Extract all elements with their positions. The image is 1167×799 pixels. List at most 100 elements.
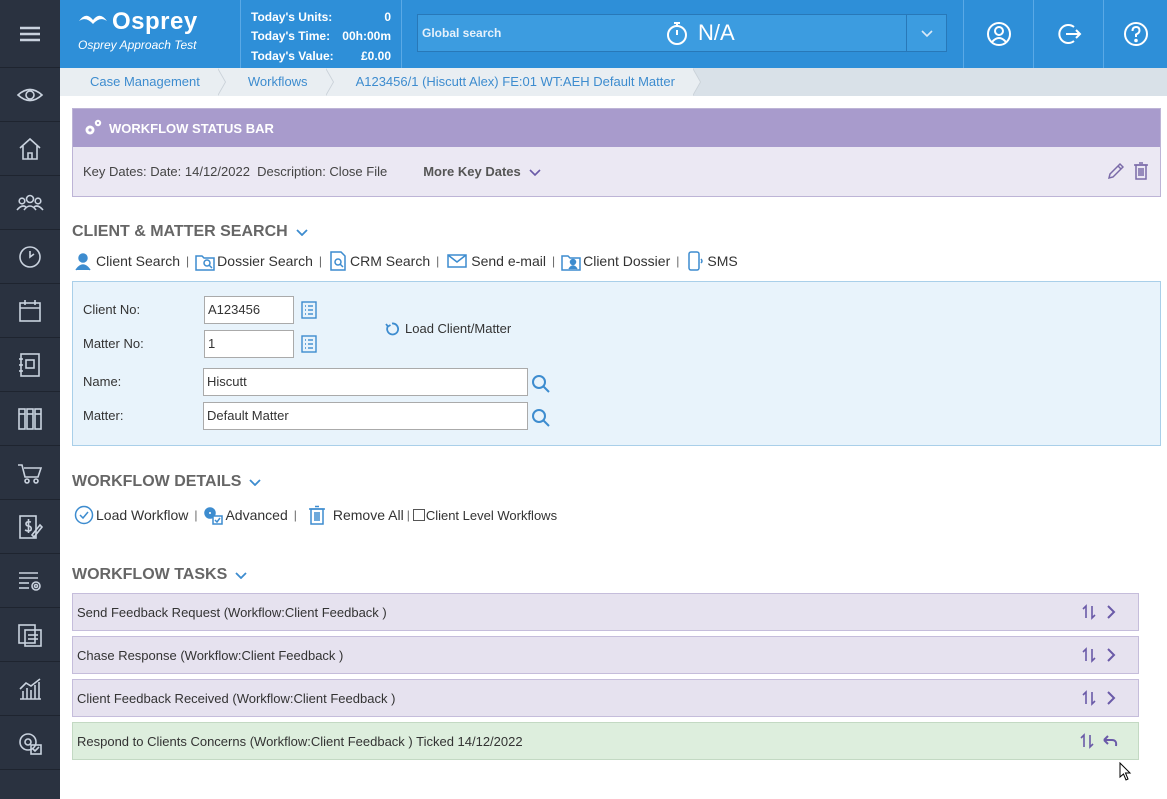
top-header: Osprey Osprey Approach Test Today's Unit… <box>60 0 1167 68</box>
check-circle-icon <box>74 505 94 525</box>
dossier-search-icon <box>195 255 215 271</box>
timer-value: N/A <box>698 20 735 45</box>
workflow-tasks-title[interactable]: WORKFLOW TASKS <box>72 566 247 584</box>
global-search[interactable]: Global search N/A <box>417 14 947 52</box>
trash-icon <box>308 505 325 525</box>
client-no-input[interactable]: A123456 <box>204 296 294 324</box>
client-level-workflows-checkbox[interactable] <box>412 509 425 521</box>
help-button[interactable] <box>1103 0 1167 68</box>
menu-icon[interactable] <box>0 0 60 68</box>
client-dossier-icon <box>561 255 581 271</box>
stat-units: Today's Units: 0 <box>251 9 391 24</box>
dossier-search-button[interactable]: Dossier Search <box>195 251 313 271</box>
matter-no-input[interactable]: 1 <box>204 330 294 358</box>
home-icon[interactable] <box>0 122 60 176</box>
chevron-right-icon[interactable] <box>1104 604 1118 620</box>
workflow-task-row[interactable]: Send Feedback Request (Workflow:Client F… <box>72 593 1139 631</box>
logout-button[interactable] <box>1033 0 1103 68</box>
matter-lookup-list-icon[interactable] <box>301 335 317 353</box>
reorder-icon[interactable] <box>1082 690 1096 706</box>
load-workflow-button[interactable]: Load Workflow <box>74 505 188 525</box>
chevron-down-icon <box>529 168 541 176</box>
send-email-button[interactable]: Send e-mail <box>445 251 546 271</box>
undo-icon[interactable] <box>1102 733 1118 749</box>
client-matter-search-title[interactable]: CLIENT & MATTER SEARCH <box>72 223 308 241</box>
gears-icon <box>85 119 102 135</box>
sms-button[interactable]: SMS <box>685 251 738 271</box>
copy-icon[interactable] <box>0 608 60 662</box>
calendar-icon[interactable] <box>0 284 60 338</box>
chart-icon[interactable] <box>0 662 60 716</box>
users-icon[interactable] <box>0 176 60 230</box>
left-sidebar <box>0 0 60 799</box>
osprey-bird-icon <box>79 15 107 24</box>
load-client-matter-button[interactable]: Load Client/Matter <box>385 321 511 336</box>
refresh-icon <box>385 322 399 335</box>
breadcrumb-case-management[interactable]: Case Management <box>60 68 226 96</box>
client-no-label: Client No: <box>83 302 141 317</box>
books-icon[interactable] <box>0 392 60 446</box>
settings-list-icon[interactable] <box>0 554 60 608</box>
client-search-icon <box>75 253 91 271</box>
help-icon <box>1123 22 1148 46</box>
envelope-icon <box>447 254 468 268</box>
stopwatch-icon <box>667 22 687 45</box>
breadcrumb-workflows[interactable]: Workflows <box>218 68 334 96</box>
search-input[interactable]: Global search <box>418 26 664 40</box>
timer-display[interactable]: N/A <box>664 20 906 46</box>
chevron-down-icon <box>920 30 933 38</box>
reorder-icon[interactable] <box>1082 604 1096 620</box>
breadcrumb-current-matter[interactable]: A123456/1 (Hiscutt Alex) FE:01 WT:AEH De… <box>326 68 702 96</box>
client-lookup-list-icon[interactable] <box>301 301 317 319</box>
chevron-down-icon <box>249 479 262 486</box>
clock-icon[interactable] <box>0 230 60 284</box>
workflow-task-row-completed[interactable]: Respond to Clients Concerns (Workflow:Cl… <box>72 722 1139 760</box>
matter-label: Matter: <box>83 408 124 423</box>
name-search-icon[interactable] <box>531 374 551 394</box>
status-bar-title: WORKFLOW STATUS BAR <box>109 120 274 136</box>
workflow-status-bar: WORKFLOW STATUS BAR Key Dates: Date: 14/… <box>72 108 1161 197</box>
crm-search-icon <box>330 251 346 271</box>
client-level-workflows-toggle[interactable]: Client Level Workflows <box>412 508 557 523</box>
workflow-task-row[interactable]: Client Feedback Received (Workflow:Clien… <box>72 679 1139 717</box>
user-icon <box>986 22 1011 46</box>
cart-icon[interactable] <box>0 446 60 500</box>
more-key-dates-button[interactable]: More Key Dates <box>423 164 541 179</box>
client-search-button[interactable]: Client Search <box>74 251 180 271</box>
reorder-icon[interactable] <box>1082 647 1096 663</box>
key-dates-text: Key Dates: Date: 14/12/2022 Description:… <box>83 164 388 179</box>
today-stats: Today's Units: 0 Today's Time: 00h:00m Tod… <box>240 0 402 68</box>
remove-all-button[interactable]: Remove All <box>307 505 404 525</box>
workflow-details-toolbar: Load Workflow | Advanced | Remove All | … <box>74 505 557 525</box>
reorder-icon[interactable] <box>1080 733 1094 749</box>
stat-time: Today's Time: 00h:00m <box>251 29 391 44</box>
brand-name: Osprey <box>112 8 198 35</box>
search-dropdown-button[interactable] <box>906 14 946 52</box>
edit-pencil-icon[interactable] <box>1106 161 1124 181</box>
matter-search-icon[interactable] <box>531 408 551 428</box>
workflow-details-title[interactable]: WORKFLOW DETAILS <box>72 473 262 491</box>
matter-input[interactable]: Default Matter <box>203 402 528 430</box>
user-profile-button[interactable] <box>963 0 1033 68</box>
advanced-button[interactable]: Advanced <box>203 505 288 525</box>
config-icon[interactable] <box>0 716 60 770</box>
chevron-right-icon[interactable] <box>1104 647 1118 663</box>
matter-no-label: Matter No: <box>83 336 144 351</box>
name-input[interactable]: Hiscutt <box>203 368 528 396</box>
client-matter-toolbar: Client Search | Dossier Search | CRM Sea… <box>74 251 738 271</box>
eye-icon[interactable] <box>0 68 60 122</box>
delete-trash-icon[interactable] <box>1132 161 1150 181</box>
billing-icon[interactable] <box>0 500 60 554</box>
workflow-task-row[interactable]: Chase Response (Workflow:Client Feedback… <box>72 636 1139 674</box>
stat-value: Today's Value: £0.00 <box>251 48 391 63</box>
document-icon[interactable] <box>0 338 60 392</box>
advanced-gear-icon <box>204 507 224 525</box>
crm-search-button[interactable]: CRM Search <box>328 251 430 271</box>
client-dossier-button[interactable]: Client Dossier <box>561 251 670 271</box>
breadcrumb: Case Management Workflows A123456/1 (His… <box>60 68 1167 96</box>
app-logo[interactable]: Osprey Osprey Approach Test <box>60 0 240 68</box>
logout-icon <box>1057 24 1081 44</box>
chevron-down-icon <box>235 572 247 579</box>
chevron-right-icon[interactable] <box>1104 690 1118 706</box>
app-subtitle: Osprey Approach Test <box>78 38 197 52</box>
